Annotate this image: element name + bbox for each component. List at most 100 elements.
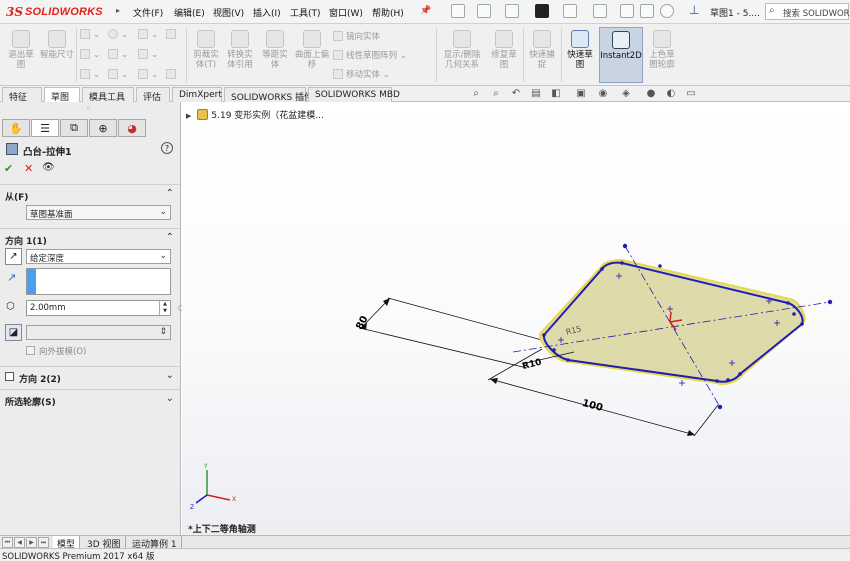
convert-entities-button[interactable]: 转换实体引用	[224, 30, 256, 70]
tab-solidworks-mbd[interactable]: SOLIDWORKS MBD	[308, 87, 400, 102]
search-input[interactable]: ⌕ 搜索 SOLIDWORKS	[765, 3, 850, 20]
direction-selection-box[interactable]	[26, 268, 171, 295]
dimension-80[interactable]	[359, 297, 543, 369]
menu-tools[interactable]: 工具(T)	[290, 6, 321, 19]
mirror-entities-button[interactable]: 镜向实体	[333, 30, 380, 42]
property-manager-tab-icon[interactable]: ☰	[31, 119, 59, 137]
reverse-direction-icon[interactable]: ↗	[5, 248, 22, 265]
zoom-to-area-icon[interactable]: ⌕	[490, 88, 502, 100]
dimension-100-label[interactable]: 100	[581, 398, 604, 414]
tab-solidworks-addins[interactable]: SOLIDWORKS 插件	[224, 87, 313, 103]
rapid-sketch-button[interactable]: 快速草图	[564, 30, 596, 70]
edit-appearance-icon[interactable]: ●	[645, 88, 657, 100]
pin-icon[interactable]: 📌	[420, 6, 431, 16]
display-manager-tab-icon[interactable]: ◕	[118, 119, 146, 137]
last-tab-icon[interactable]: ⏭	[38, 537, 49, 548]
repair-sketch-button[interactable]: 修复草图	[488, 30, 520, 70]
dimension-r10-label[interactable]: R10	[521, 358, 542, 372]
fillet-tool-icon[interactable]: ⌄	[138, 69, 158, 80]
tab-dimxpert[interactable]: DimXpert	[172, 87, 222, 102]
point-tool-icon[interactable]: ⌄	[108, 69, 128, 80]
from-section-header[interactable]: 从(F) ⌃	[0, 184, 180, 204]
shaded-contours-button[interactable]: 上色草图轮廓	[646, 30, 678, 70]
apply-scene-icon[interactable]: ◐	[665, 88, 677, 100]
help-icon[interactable]: ?	[161, 142, 173, 154]
menu-file[interactable]: 文件(F)	[133, 6, 163, 19]
options-gear-icon[interactable]	[660, 4, 674, 18]
display-relations-button[interactable]: 显示/删除几何关系	[440, 30, 484, 70]
line-tool-icon[interactable]: ⌄	[80, 29, 100, 40]
centerline-endpoint[interactable]	[717, 404, 723, 410]
draft-outward-checkbox[interactable]: 向外拔模(O)	[26, 345, 86, 357]
tab-features[interactable]: 特征	[2, 87, 42, 103]
select-icon[interactable]	[593, 4, 607, 18]
hide-show-items-icon[interactable]: ◈	[620, 88, 632, 100]
tab-evaluate[interactable]: 评估	[136, 87, 170, 103]
offset-on-surface-button[interactable]: 曲面上偏移	[294, 30, 330, 70]
view-settings-icon[interactable]: ▭	[685, 88, 697, 100]
first-tab-icon[interactable]: ⏮	[2, 537, 13, 548]
draft-angle-input[interactable]: ⇕	[26, 325, 171, 340]
prev-tab-icon[interactable]: ◀	[14, 537, 25, 548]
view-orientation-icon[interactable]: ▣	[575, 88, 587, 100]
tab-mold-tools[interactable]: 模具工具	[82, 87, 134, 103]
solidworks-logo[interactable]: 3S SOLIDWORKS	[6, 3, 110, 21]
detailed-preview-icon[interactable]: 👁	[42, 162, 55, 173]
menu-help[interactable]: 帮助(H)	[372, 6, 404, 19]
text-tool-icon[interactable]	[166, 29, 179, 40]
file-properties-icon[interactable]	[640, 4, 654, 18]
section-view-icon[interactable]: ▤	[530, 88, 542, 100]
dynamic-annotation-icon[interactable]: ◧	[550, 88, 562, 100]
next-tab-icon[interactable]: ▶	[26, 537, 37, 548]
direction2-checkbox[interactable]	[5, 372, 14, 381]
dimension-80-label[interactable]: 80	[354, 314, 370, 331]
graphics-area[interactable]: ▶ 5.19 变形实例（花盆建模... 80 100 R10 R15 Y X Z…	[182, 102, 850, 535]
direction1-section-header[interactable]: 方向 1(1) ⌃	[0, 228, 180, 248]
depth-spinner-icon[interactable]: ▲ ▼	[159, 301, 170, 315]
quick-snaps-button[interactable]: 快速捕捉	[526, 30, 558, 70]
instant2d-button[interactable]: Instant2D	[599, 27, 643, 83]
panel-grip[interactable]: ◦	[86, 104, 91, 113]
polygon-tool-icon[interactable]: ⌄	[138, 49, 158, 60]
save-icon[interactable]	[505, 4, 519, 18]
previous-view-icon[interactable]: ↶	[510, 88, 522, 100]
slot-tool-icon[interactable]: ⌄	[80, 69, 100, 80]
menu-edit[interactable]: 编辑(E)	[174, 6, 205, 19]
depth-input[interactable]: 2.00mm ▲ ▼	[26, 300, 171, 316]
smart-dimension-button[interactable]: 智能尺寸	[40, 30, 74, 60]
spline-tool-icon[interactable]: ⌄	[138, 29, 158, 40]
reference-triad-icon[interactable]: Y X Z	[190, 463, 236, 511]
dimxpert-manager-tab-icon[interactable]: ⊕	[89, 119, 117, 137]
open-icon[interactable]	[477, 4, 491, 18]
trim-entities-button[interactable]: 剪裁实体(T)	[190, 30, 222, 70]
from-start-condition-select[interactable]: 草图基准面 ⌄	[26, 205, 171, 220]
centerline-endpoint[interactable]	[622, 243, 628, 249]
draft-toggle-icon[interactable]: ◪	[5, 324, 22, 341]
tab-sketch[interactable]: 草图	[44, 87, 80, 103]
plane-tool-icon[interactable]	[166, 69, 179, 80]
selected-contours-section-header[interactable]: 所选轮廓(S) ⌄	[0, 389, 180, 409]
move-entities-button[interactable]: 移动实体 ⌄	[333, 68, 390, 80]
display-style-icon[interactable]: ◉	[597, 88, 609, 100]
rectangle-tool-icon[interactable]: ⌄	[80, 49, 100, 60]
linear-pattern-button[interactable]: 线性草图阵列 ⌄	[333, 49, 407, 61]
exit-sketch-button[interactable]: 退出草图	[6, 30, 36, 70]
logo-menu-arrow-icon[interactable]: ▸	[116, 6, 120, 15]
menu-insert[interactable]: 插入(I)	[253, 6, 281, 19]
print-icon[interactable]	[535, 4, 549, 18]
feature-manager-tab-icon[interactable]: ✋	[2, 119, 30, 137]
end-condition-select[interactable]: 给定深度 ⌄	[26, 249, 171, 264]
circle-tool-icon[interactable]: ⌄	[108, 29, 128, 40]
rebuild-icon[interactable]	[620, 4, 634, 18]
ok-button[interactable]: ✔	[4, 162, 13, 175]
menu-view[interactable]: 视图(V)	[213, 6, 244, 19]
offset-entities-button[interactable]: 等距实体	[259, 30, 291, 70]
reference-triad-icon[interactable]: ⊥	[689, 3, 703, 17]
centerline-endpoint[interactable]	[827, 299, 833, 305]
direction2-section-header[interactable]: 方向 2(2) ⌄	[0, 366, 180, 386]
new-document-icon[interactable]	[451, 4, 465, 18]
cancel-button[interactable]: ✕	[24, 162, 33, 175]
undo-icon[interactable]	[563, 4, 577, 18]
zoom-to-fit-icon[interactable]: ⌕	[470, 88, 482, 100]
menu-window[interactable]: 窗口(W)	[329, 6, 363, 19]
